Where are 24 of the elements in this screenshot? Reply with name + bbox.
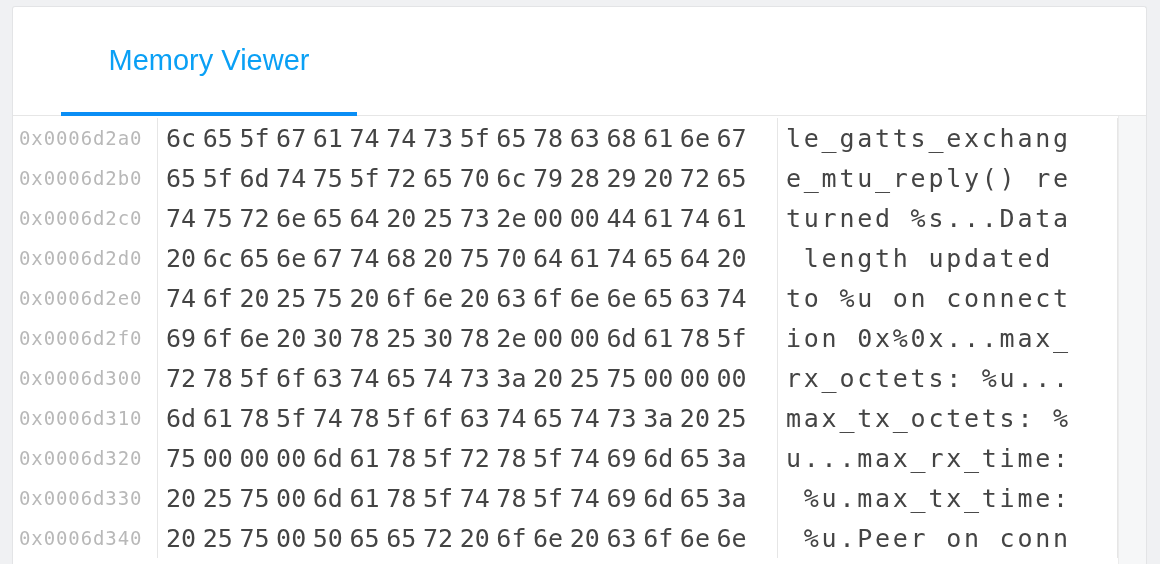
hex-bytes-cell: 6c 65 5f 67 61 74 74 73 5f 65 78 63 68 61 6e 67 xyxy=(158,118,778,158)
hex-bytes-cell: 20 25 75 00 50 65 65 72 20 6f 6e 20 63 6f 6e 6e xyxy=(158,518,778,558)
scrollbar-track[interactable] xyxy=(1118,116,1146,564)
address-cell: 0x0006d330 xyxy=(13,478,158,518)
address-cell: 0x0006d2c0 xyxy=(13,198,158,238)
address-cell: 0x0006d2d0 xyxy=(13,238,158,278)
hex-bytes-cell: 20 25 75 00 6d 61 78 5f 74 78 5f 74 69 6d 65 3a xyxy=(158,478,778,518)
hex-bytes-cell: 20 6c 65 6e 67 74 68 20 75 70 64 61 74 65 64 20 xyxy=(158,238,778,278)
hex-bytes-cell: 69 6f 6e 20 30 78 25 30 78 2e 00 00 6d 61 78 5f xyxy=(158,318,778,358)
hex-bytes-cell: 74 6f 20 25 75 20 6f 6e 20 63 6f 6e 6e 65 63 74 xyxy=(158,278,778,318)
hex-bytes-cell: 75 00 00 00 6d 61 78 5f 72 78 5f 74 69 6d 65 3a xyxy=(158,438,778,478)
address-cell: 0x0006d2f0 xyxy=(13,318,158,358)
hex-bytes-cell: 6d 61 78 5f 74 78 5f 6f 63 74 65 74 73 3a 20 25 xyxy=(158,398,778,438)
address-cell: 0x0006d2b0 xyxy=(13,158,158,198)
address-cell: 0x0006d2a0 xyxy=(13,118,158,158)
tab[interactable]: Memory Viewer xyxy=(61,8,357,116)
address-cell: 0x0006d2e0 xyxy=(13,278,158,318)
hex-bytes-cell: 74 75 72 6e 65 64 20 25 73 2e 00 00 44 61 74 61 xyxy=(158,198,778,238)
hex-bytes-cell: 65 5f 6d 74 75 5f 72 65 70 6c 79 28 29 20 72 65 xyxy=(158,158,778,198)
address-cell: 0x0006d320 xyxy=(13,438,158,478)
hex-bytes-cell: 72 78 5f 6f 63 74 65 74 73 3a 20 25 75 00 00 00 xyxy=(158,358,778,398)
address-cell: 0x0006d300 xyxy=(13,358,158,398)
address-cell: 0x0006d340 xyxy=(13,518,158,558)
address-cell: 0x0006d310 xyxy=(13,398,158,438)
